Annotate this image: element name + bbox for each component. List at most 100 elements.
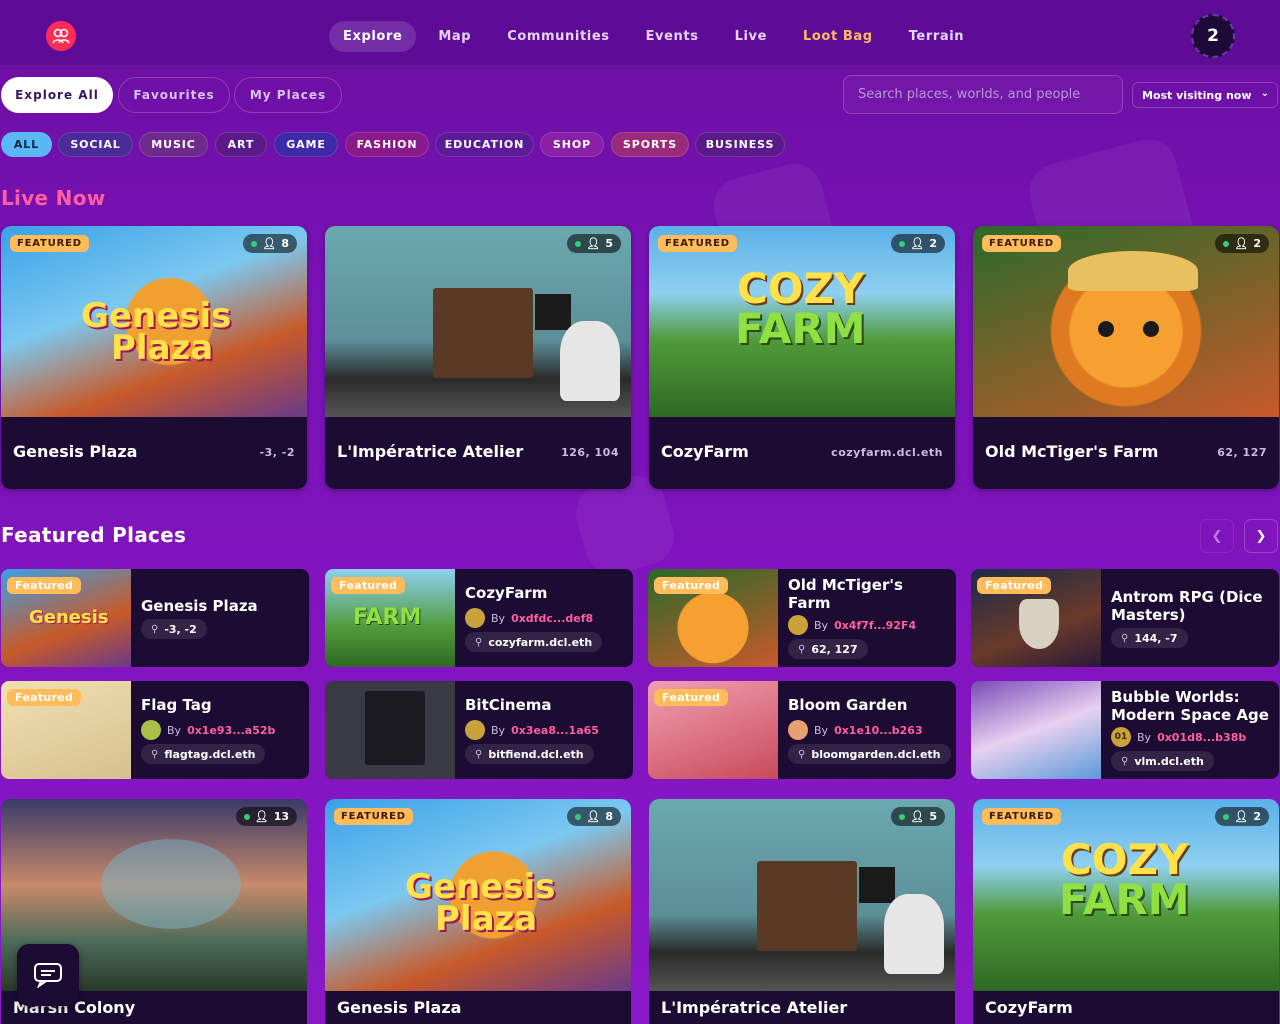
tab-favourites[interactable]: Favourites <box>118 77 230 113</box>
place-title: L'Impératrice Atelier <box>661 998 848 1017</box>
place-coords: 62, 127 <box>1217 446 1267 459</box>
pin-icon: ⚲ <box>1121 632 1129 644</box>
nav-terrain[interactable]: Terrain <box>895 21 978 52</box>
featured-card-flag-tag[interactable]: Featured Flag Tag By 0x1e93...a52b ⚲ flagt… <box>1 681 309 779</box>
nav-live[interactable]: Live <box>721 21 781 52</box>
chat-button[interactable] <box>17 944 79 1006</box>
nav-map[interactable]: Map <box>424 21 485 52</box>
place-title: Genesis Plaza <box>13 442 138 461</box>
featured-card-cozyfarm[interactable]: FARM Featured CozyFarm By 0xdfdc...def8 ⚲… <box>325 569 633 667</box>
place-title: Bloom Garden <box>788 696 908 714</box>
place-card-cozyfarm[interactable]: COZY FARM FEATURED 👤︎ 2 CozyFarm <box>973 799 1279 1024</box>
owner-info: By 0x3ea8...1a65 <box>465 720 599 740</box>
featured-card-bitcinema[interactable]: BitCinema By 0x3ea8...1a65 ⚲ bitfiend.dcl.… <box>325 681 633 779</box>
live-card-genesis-plaza[interactable]: Genesis Plaza FEATURED 👤︎ 8 Genesis Plaza… <box>1 226 307 489</box>
person-icon: 👤︎ <box>910 237 925 250</box>
place-title: BitCinema <box>465 696 552 714</box>
place-coords: -3, -2 <box>259 446 295 459</box>
sort-dropdown[interactable]: Most visiting now ⌄ <box>1132 82 1278 108</box>
featured-card-antrom-rpg[interactable]: Featured Antrom RPG (Dice Masters) ⚲ 144,… <box>971 569 1279 667</box>
person-icon: 👤︎ <box>1234 237 1249 250</box>
chevron-down-icon: ⌄ <box>1260 88 1269 99</box>
user-count: 👤︎ 8 <box>567 807 621 826</box>
category-music[interactable]: MUSIC <box>139 132 208 157</box>
place-thumbnail: Genesis Plaza <box>1 226 307 417</box>
category-education[interactable]: EDUCATION <box>435 132 534 157</box>
online-dot-icon <box>575 240 582 247</box>
online-dot-icon <box>899 240 906 247</box>
place-card-genesis-plaza[interactable]: Genesis Plaza FEATURED 👤︎ 8 Genesis Plaza <box>325 799 631 1024</box>
search-input[interactable] <box>843 75 1123 114</box>
pin-icon: ⚲ <box>475 748 483 760</box>
tab-my-places[interactable]: My Places <box>234 77 342 113</box>
owner-avatar <box>141 720 161 740</box>
nav-events[interactable]: Events <box>632 21 713 52</box>
location-value: 62, 127 <box>811 642 858 656</box>
chevron-left-icon: ❮ <box>1211 528 1223 544</box>
live-card-old-mctigers-farm[interactable]: FEATURED 👤︎ 2 Old McTiger's Farm 62, 127 <box>973 226 1279 489</box>
category-game[interactable]: GAME <box>274 132 338 157</box>
category-art[interactable]: ART <box>215 132 267 157</box>
user-count-value: 5 <box>929 810 937 823</box>
owner-address[interactable]: 0x1e10...b263 <box>834 724 923 737</box>
category-sports[interactable]: SPORTS <box>611 132 689 157</box>
pin-icon: ⚲ <box>798 643 806 655</box>
category-social[interactable]: SOCIAL <box>58 132 133 157</box>
location-value: vlm.dcl.eth <box>1134 754 1204 768</box>
featured-badge: Featured <box>977 577 1052 594</box>
location-value: 144, -7 <box>1134 631 1178 645</box>
owner-address[interactable]: 0x1e93...a52b <box>187 724 275 737</box>
featured-card-bubble-worlds[interactable]: Bubble Worlds: Modern Space Age 01 By 0x01… <box>971 681 1279 779</box>
category-all[interactable]: ALL <box>1 132 52 157</box>
nav-menu: Explore Map Communities Events Live Loot… <box>329 21 986 52</box>
place-thumbnail <box>325 226 631 417</box>
pin-icon: ⚲ <box>798 748 806 760</box>
owner-address[interactable]: 0xdfdc...def8 <box>511 612 593 625</box>
owner-address[interactable]: 0x01d8...b38b <box>1157 731 1246 744</box>
nav-communities[interactable]: Communities <box>493 21 623 52</box>
place-location: ⚲ -3, -2 <box>141 619 207 639</box>
category-shop[interactable]: SHOP <box>540 132 604 157</box>
category-fashion[interactable]: FASHION <box>345 132 429 157</box>
live-card-imperatrice-atelier[interactable]: 👤︎ 5 L'Impératrice Atelier 126, 104 <box>325 226 631 489</box>
carousel-next-button[interactable]: ❯ <box>1244 519 1278 553</box>
user-count-value: 8 <box>281 237 289 250</box>
live-card-cozyfarm[interactable]: COZY FARM FEATURED 👤︎ 2 CozyFarm cozyfarm… <box>649 226 955 489</box>
featured-badge: Featured <box>331 577 406 594</box>
person-icon: 👤︎ <box>262 237 277 250</box>
nav-explore[interactable]: Explore <box>329 21 417 52</box>
owner-address[interactable]: 0x3ea8...1a65 <box>511 724 599 737</box>
category-business[interactable]: BUSINESS <box>695 132 785 157</box>
by-label: By <box>814 723 829 737</box>
owner-address[interactable]: 0x4f7f...92F4 <box>834 619 916 632</box>
user-avatar[interactable]: 2 <box>1191 14 1235 58</box>
pin-icon: ⚲ <box>151 623 159 635</box>
featured-card-old-mctigers-farm[interactable]: Featured Old McTiger's Farm By 0x4f7f...9… <box>648 569 956 667</box>
featured-badge: FEATURED <box>658 235 737 252</box>
featured-badge: Featured <box>654 689 729 706</box>
place-title: Flag Tag <box>141 696 212 714</box>
online-dot-icon <box>1223 813 1230 820</box>
person-icon: 👤︎ <box>586 237 601 250</box>
person-icon: 👤︎ <box>254 810 269 823</box>
user-count: 👤︎ 2 <box>891 234 945 253</box>
featured-card-bloom-garden[interactable]: Featured Bloom Garden By 0x1e10...b263 ⚲ b… <box>648 681 956 779</box>
place-location: ⚲ flagtag.dcl.eth <box>141 744 266 764</box>
place-card-imperatrice-atelier[interactable]: 👤︎ 5 L'Impératrice Atelier <box>649 799 955 1024</box>
chevron-right-icon: ❯ <box>1255 528 1267 544</box>
featured-card-genesis-plaza[interactable]: Genesis Featured Genesis Plaza ⚲ -3, -2 <box>1 569 309 667</box>
owner-info: By 0x1e93...a52b <box>141 720 275 740</box>
tab-explore-all[interactable]: Explore All <box>1 77 113 113</box>
owner-avatar <box>465 608 485 628</box>
nav-loot-bag[interactable]: Loot Bag <box>789 21 887 52</box>
owner-info: 01 By 0x01d8...b38b <box>1111 727 1246 747</box>
by-label: By <box>167 723 182 737</box>
place-location: ⚲ cozyfarm.dcl.eth <box>465 632 603 652</box>
place-location: ⚲ bloomgarden.dcl.eth <box>788 744 951 764</box>
pin-icon: ⚲ <box>151 748 159 760</box>
decentraland-logo-icon[interactable] <box>46 21 76 51</box>
location-value: cozyfarm.dcl.eth <box>488 635 593 649</box>
user-count-value: 13 <box>273 810 289 823</box>
online-dot-icon <box>1223 240 1230 247</box>
carousel-prev-button[interactable]: ❮ <box>1200 519 1234 553</box>
